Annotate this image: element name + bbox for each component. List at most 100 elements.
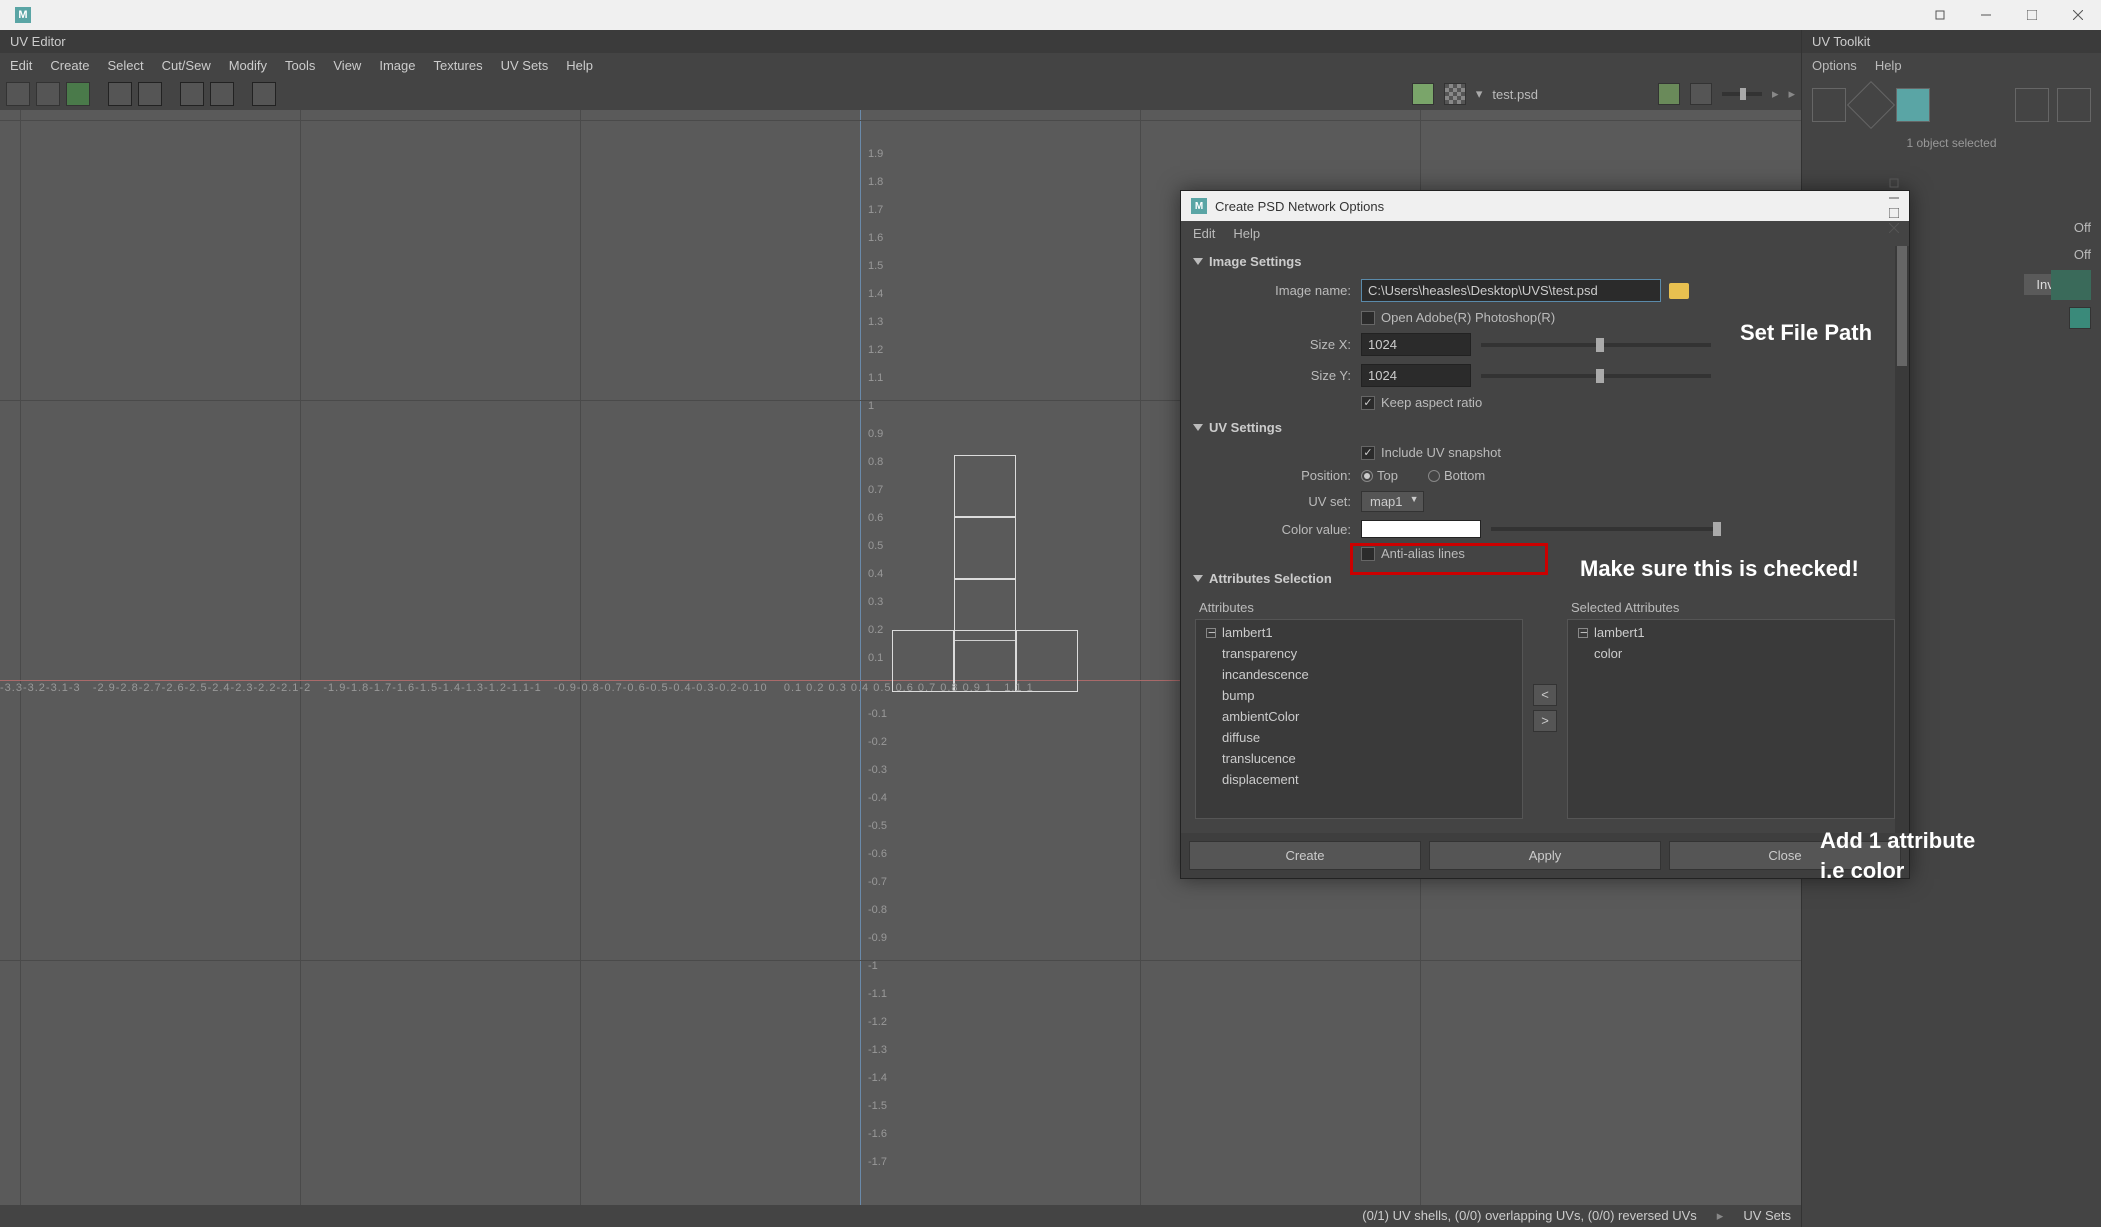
list-item[interactable]: transparency [1198,643,1520,664]
dialog-logo-icon: M [1191,198,1207,214]
dialog-minimize-icon[interactable] [1889,191,1899,206]
selected-attributes-list[interactable]: lambert1 color [1567,619,1895,819]
anti-alias-checkbox[interactable] [1361,547,1375,561]
y-tick: 0.4 [868,568,883,580]
open-photoshop-checkbox[interactable] [1361,311,1375,325]
list-item[interactable]: displacement [1198,769,1520,790]
label-size-y: Size Y: [1191,368,1361,383]
toolbar-icon-1[interactable] [6,82,30,106]
label-include-uv: Include UV snapshot [1381,445,1501,460]
size-x-slider[interactable] [1481,343,1711,347]
uv-shell[interactable] [954,517,1016,579]
include-uv-checkbox[interactable] [1361,446,1375,460]
y-tick: -1.4 [868,1072,887,1084]
y-tick: 0.8 [868,456,883,468]
toolkit-menu-options[interactable]: Options [1812,58,1857,73]
tree-collapse-icon[interactable] [1578,628,1588,638]
keep-aspect-checkbox[interactable] [1361,396,1375,410]
menu-tools[interactable]: Tools [285,58,315,73]
list-item[interactable]: lambert1 [1570,622,1892,643]
main-window-controls [1917,0,2101,30]
toolbar-icon-6[interactable] [180,82,204,106]
menu-create[interactable]: Create [50,58,89,73]
y-tick: 1.1 [868,372,883,384]
toolkit-side-icon[interactable] [2051,270,2091,300]
dropdown-arrow-icon[interactable]: ▾ [1476,86,1483,102]
toolkit-menu-help[interactable]: Help [1875,58,1902,73]
list-item[interactable]: diffuse [1198,727,1520,748]
position-top-radio[interactable] [1361,470,1373,482]
y-tick: 0.3 [868,596,883,608]
dialog-menu-edit[interactable]: Edit [1193,226,1215,241]
y-tick: -1.1 [868,988,887,1000]
menu-edit[interactable]: Edit [10,58,32,73]
list-item[interactable]: translucence [1198,748,1520,769]
rgb-icon[interactable] [1658,83,1680,105]
dialog-pin-icon[interactable] [1889,176,1899,191]
uv-editor-title: UV Editor [0,30,1801,53]
label-keep-aspect: Keep aspect ratio [1381,395,1482,410]
uv-set-dropdown[interactable]: map1 [1361,491,1424,512]
list-item[interactable]: bump [1198,685,1520,706]
toolbar-icon-7[interactable] [210,82,234,106]
size-x-input[interactable] [1361,333,1471,356]
move-right-button[interactable]: > [1533,710,1557,732]
image-name-input[interactable] [1361,279,1661,302]
toolbar-icon-5[interactable] [138,82,162,106]
list-item[interactable]: lambert1 [1198,622,1520,643]
color-value-slider[interactable] [1491,527,1721,531]
position-bottom-radio[interactable] [1428,470,1440,482]
dialog-menu-help[interactable]: Help [1233,226,1260,241]
close-icon[interactable] [2055,0,2101,30]
toolbar-icon-4[interactable] [108,82,132,106]
toolbar-icon-2[interactable] [36,82,60,106]
create-button[interactable]: Create [1189,841,1421,870]
list-item[interactable]: ambientColor [1198,706,1520,727]
menu-help[interactable]: Help [566,58,593,73]
tree-collapse-icon[interactable] [1206,628,1216,638]
list-item[interactable]: incandescence [1198,664,1520,685]
uv-shell[interactable] [954,455,1016,517]
move-left-button[interactable]: < [1533,684,1557,706]
attributes-list[interactable]: lambert1 transparency incandescence bump… [1195,619,1523,819]
apply-button[interactable]: Apply [1429,841,1661,870]
size-y-slider[interactable] [1481,374,1711,378]
dialog-close-icon[interactable] [1889,221,1899,236]
menu-cut-sew[interactable]: Cut/Sew [162,58,211,73]
menu-textures[interactable]: Textures [433,58,482,73]
menu-image[interactable]: Image [379,58,415,73]
pin-icon[interactable] [1917,0,1963,30]
section-uv-settings[interactable]: UV Settings [1191,414,1899,441]
checker-icon[interactable] [1444,83,1466,105]
cube-icon[interactable] [1896,88,1930,122]
section-attributes[interactable]: Attributes Selection [1191,565,1899,592]
toolbar-icon-8[interactable] [252,82,276,106]
menu-select[interactable]: Select [107,58,143,73]
dialog-title-text: Create PSD Network Options [1215,199,1384,214]
folder-icon[interactable] [1669,283,1689,299]
size-y-input[interactable] [1361,364,1471,387]
color-value-swatch[interactable] [1361,520,1481,538]
status-uvsets[interactable]: UV Sets [1743,1208,1791,1224]
menu-modify[interactable]: Modify [229,58,267,73]
menu-view[interactable]: View [333,58,361,73]
grid1-icon[interactable] [2015,88,2049,122]
grid2-icon[interactable] [2057,88,2091,122]
face-icon[interactable] [1847,81,1895,129]
toolbar-icon-3[interactable] [66,82,90,106]
swap-icon[interactable] [2069,307,2091,329]
section-image-settings[interactable]: Image Settings [1191,248,1899,275]
menu-uv-sets[interactable]: UV Sets [501,58,549,73]
image-toggle-icon[interactable] [1412,83,1434,105]
maya-logo-icon: M [15,7,31,23]
filter-icon[interactable] [1690,83,1712,105]
dialog-maximize-icon[interactable] [1889,206,1899,221]
minimize-icon[interactable] [1963,0,2009,30]
next-arrow-icon[interactable]: ▸ [1788,86,1795,102]
dialog-scrollbar[interactable] [1895,246,1909,833]
list-item[interactable]: color [1570,643,1892,664]
shell-icon[interactable] [1812,88,1846,122]
prev-arrow-icon[interactable]: ▸ [1772,86,1779,102]
maximize-icon[interactable] [2009,0,2055,30]
close-button[interactable]: Close [1669,841,1901,870]
